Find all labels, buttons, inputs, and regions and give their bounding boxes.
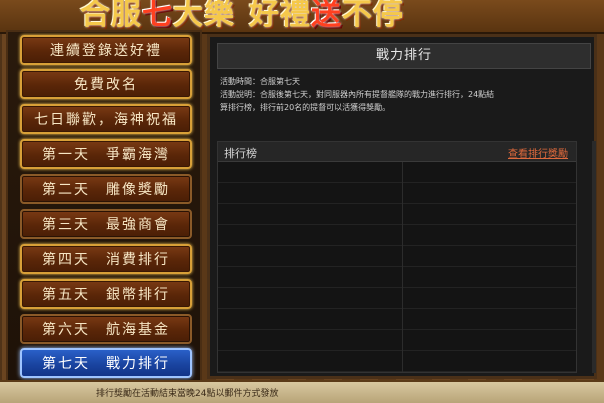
- ranking-row: [218, 204, 576, 225]
- menu-item-day1[interactable]: 第一天 爭霸海灣: [20, 139, 192, 169]
- title-highlight2: 送: [311, 0, 342, 32]
- event-detail-panel: 戰力排行 活動時間：合服第七天 活動說明：合服後第七天，對同服器內所有提督艦隊的…: [207, 34, 597, 379]
- ranking-board: 排行榜 查看排行獎勵: [217, 141, 577, 373]
- title-banner: 合服七大樂 好禮送不停: [0, 0, 604, 34]
- title-part1: 合服: [80, 0, 142, 32]
- title-part3: 好禮: [249, 0, 311, 32]
- ranking-row: [218, 288, 576, 309]
- menu-item-label: 第七天 戰力排行: [42, 356, 170, 372]
- ranking-title: 排行榜: [224, 147, 257, 160]
- menu-item-day6[interactable]: 第六天 航海基金: [20, 314, 192, 344]
- title-part2: 大樂: [173, 0, 235, 32]
- view-rewards-link[interactable]: 查看排行獎勵: [508, 145, 568, 160]
- footer-note: 排行獎勵在活動結束當晚24點以郵件方式發放: [96, 389, 279, 399]
- event-desc-line2: 算排行榜，排行前20名的提督可以活獲得獎勵。: [220, 103, 391, 112]
- title-part4: 不停: [342, 0, 404, 32]
- ranking-row: [218, 183, 576, 204]
- menu-item-label: 第六天 航海基金: [42, 322, 170, 338]
- event-time: 活動時間：合服第七天: [220, 77, 300, 86]
- ranking-row: [218, 225, 576, 246]
- menu-item-day3[interactable]: 第三天 最強商會: [20, 209, 192, 239]
- ranking-row: [218, 309, 576, 330]
- ranking-row: [218, 351, 576, 372]
- menu-item-label: 第三天 最強商會: [42, 217, 170, 233]
- event-menu: 連續登錄送好禮 免費改名 七日聯歡，海神祝福 第一天 爭霸海灣 第二天 雕像獎勵…: [6, 30, 202, 382]
- ranking-row: [218, 330, 576, 351]
- menu-item-day7[interactable]: 第七天 戰力排行: [20, 348, 192, 378]
- menu-item-free-rename[interactable]: 免費改名: [20, 69, 192, 99]
- menu-item-label: 第一天 爭霸海灣: [42, 147, 170, 163]
- menu-item-day5[interactable]: 第五天 銀幣排行: [20, 279, 192, 309]
- event-info: 活動時間：合服第七天 活動說明：合服後第七天，對同服器內所有提督艦隊的戰力進行排…: [220, 75, 584, 114]
- menu-item-seven-day-blessing[interactable]: 七日聯歡，海神祝福: [20, 104, 192, 134]
- ranking-row: [218, 267, 576, 288]
- menu-item-day4[interactable]: 第四天 消費排行: [20, 244, 192, 274]
- ranking-row: [218, 246, 576, 267]
- menu-item-label: 第四天 消費排行: [42, 252, 170, 268]
- event-desc-line1: 活動說明：合服後第七天，對同服器內所有提督艦隊的戰力進行排行，24點結: [220, 90, 495, 99]
- ranking-list: [218, 162, 576, 372]
- menu-item-label: 免費改名: [74, 77, 138, 93]
- menu-item-login-gift[interactable]: 連續登錄送好禮: [20, 35, 192, 65]
- menu-item-label: 連續登錄送好禮: [50, 43, 162, 59]
- ranking-scrollbar[interactable]: [592, 141, 596, 373]
- menu-item-label: 第五天 銀幣排行: [42, 287, 170, 303]
- ranking-header: 排行榜 查看排行獎勵: [218, 142, 576, 162]
- menu-item-label: 第二天 雕像獎勵: [42, 182, 170, 198]
- menu-item-day2[interactable]: 第二天 雕像獎勵: [20, 174, 192, 204]
- panel-heading: 戰力排行: [217, 43, 591, 69]
- event-title: 合服七大樂 好禮送不停: [80, 0, 404, 32]
- menu-item-label: 七日聯歡，海神祝福: [34, 112, 178, 128]
- ranking-row: [218, 162, 576, 183]
- title-highlight1: 七: [142, 0, 173, 32]
- footer-bar: 排行獎勵在活動結束當晚24點以郵件方式發放: [0, 380, 604, 403]
